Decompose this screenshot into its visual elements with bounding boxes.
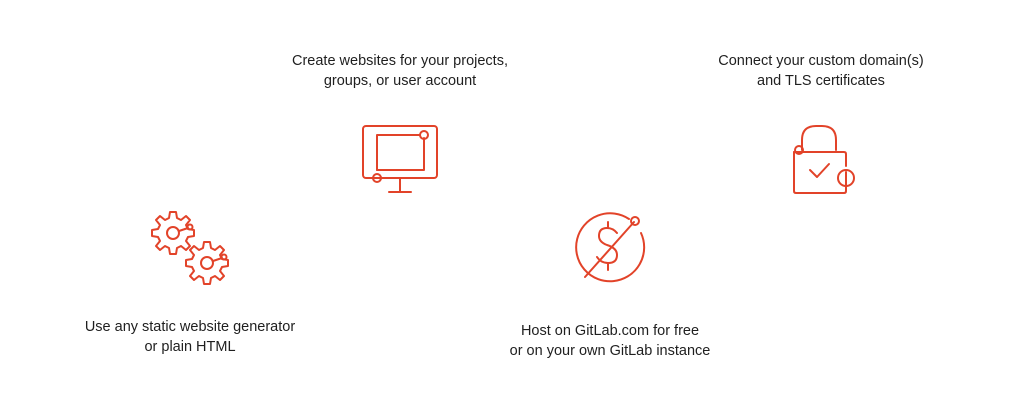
padlock-check-icon xyxy=(788,124,860,198)
feature-websites-line2: groups, or user account xyxy=(323,73,477,89)
feature-hosting-caption: Host on GitLab.com for free or on your o… xyxy=(470,321,750,361)
feature-domains-line2: and TLS certificates xyxy=(757,73,885,89)
feature-domains-caption: Connect your custom domain(s) and TLS ce… xyxy=(680,51,962,91)
feature-generator-line1: Use any static website generator xyxy=(84,319,296,335)
feature-generator-caption: Use any static website generator or plai… xyxy=(52,317,328,357)
feature-hosting-line1: Host on GitLab.com for free xyxy=(520,323,700,339)
gears-icon xyxy=(151,210,232,286)
dollar-crossed-icon xyxy=(573,211,649,287)
feature-hosting-line2: or on your own GitLab instance xyxy=(509,343,711,359)
feature-generator-line2: or plain HTML xyxy=(144,339,236,355)
feature-websites-line1: Create websites for your projects, xyxy=(292,53,508,69)
feature-websites-caption: Create websites for your projects, group… xyxy=(260,51,540,91)
feature-domains-line1: Connect your custom domain(s) xyxy=(718,53,924,69)
monitor-icon xyxy=(362,124,440,196)
